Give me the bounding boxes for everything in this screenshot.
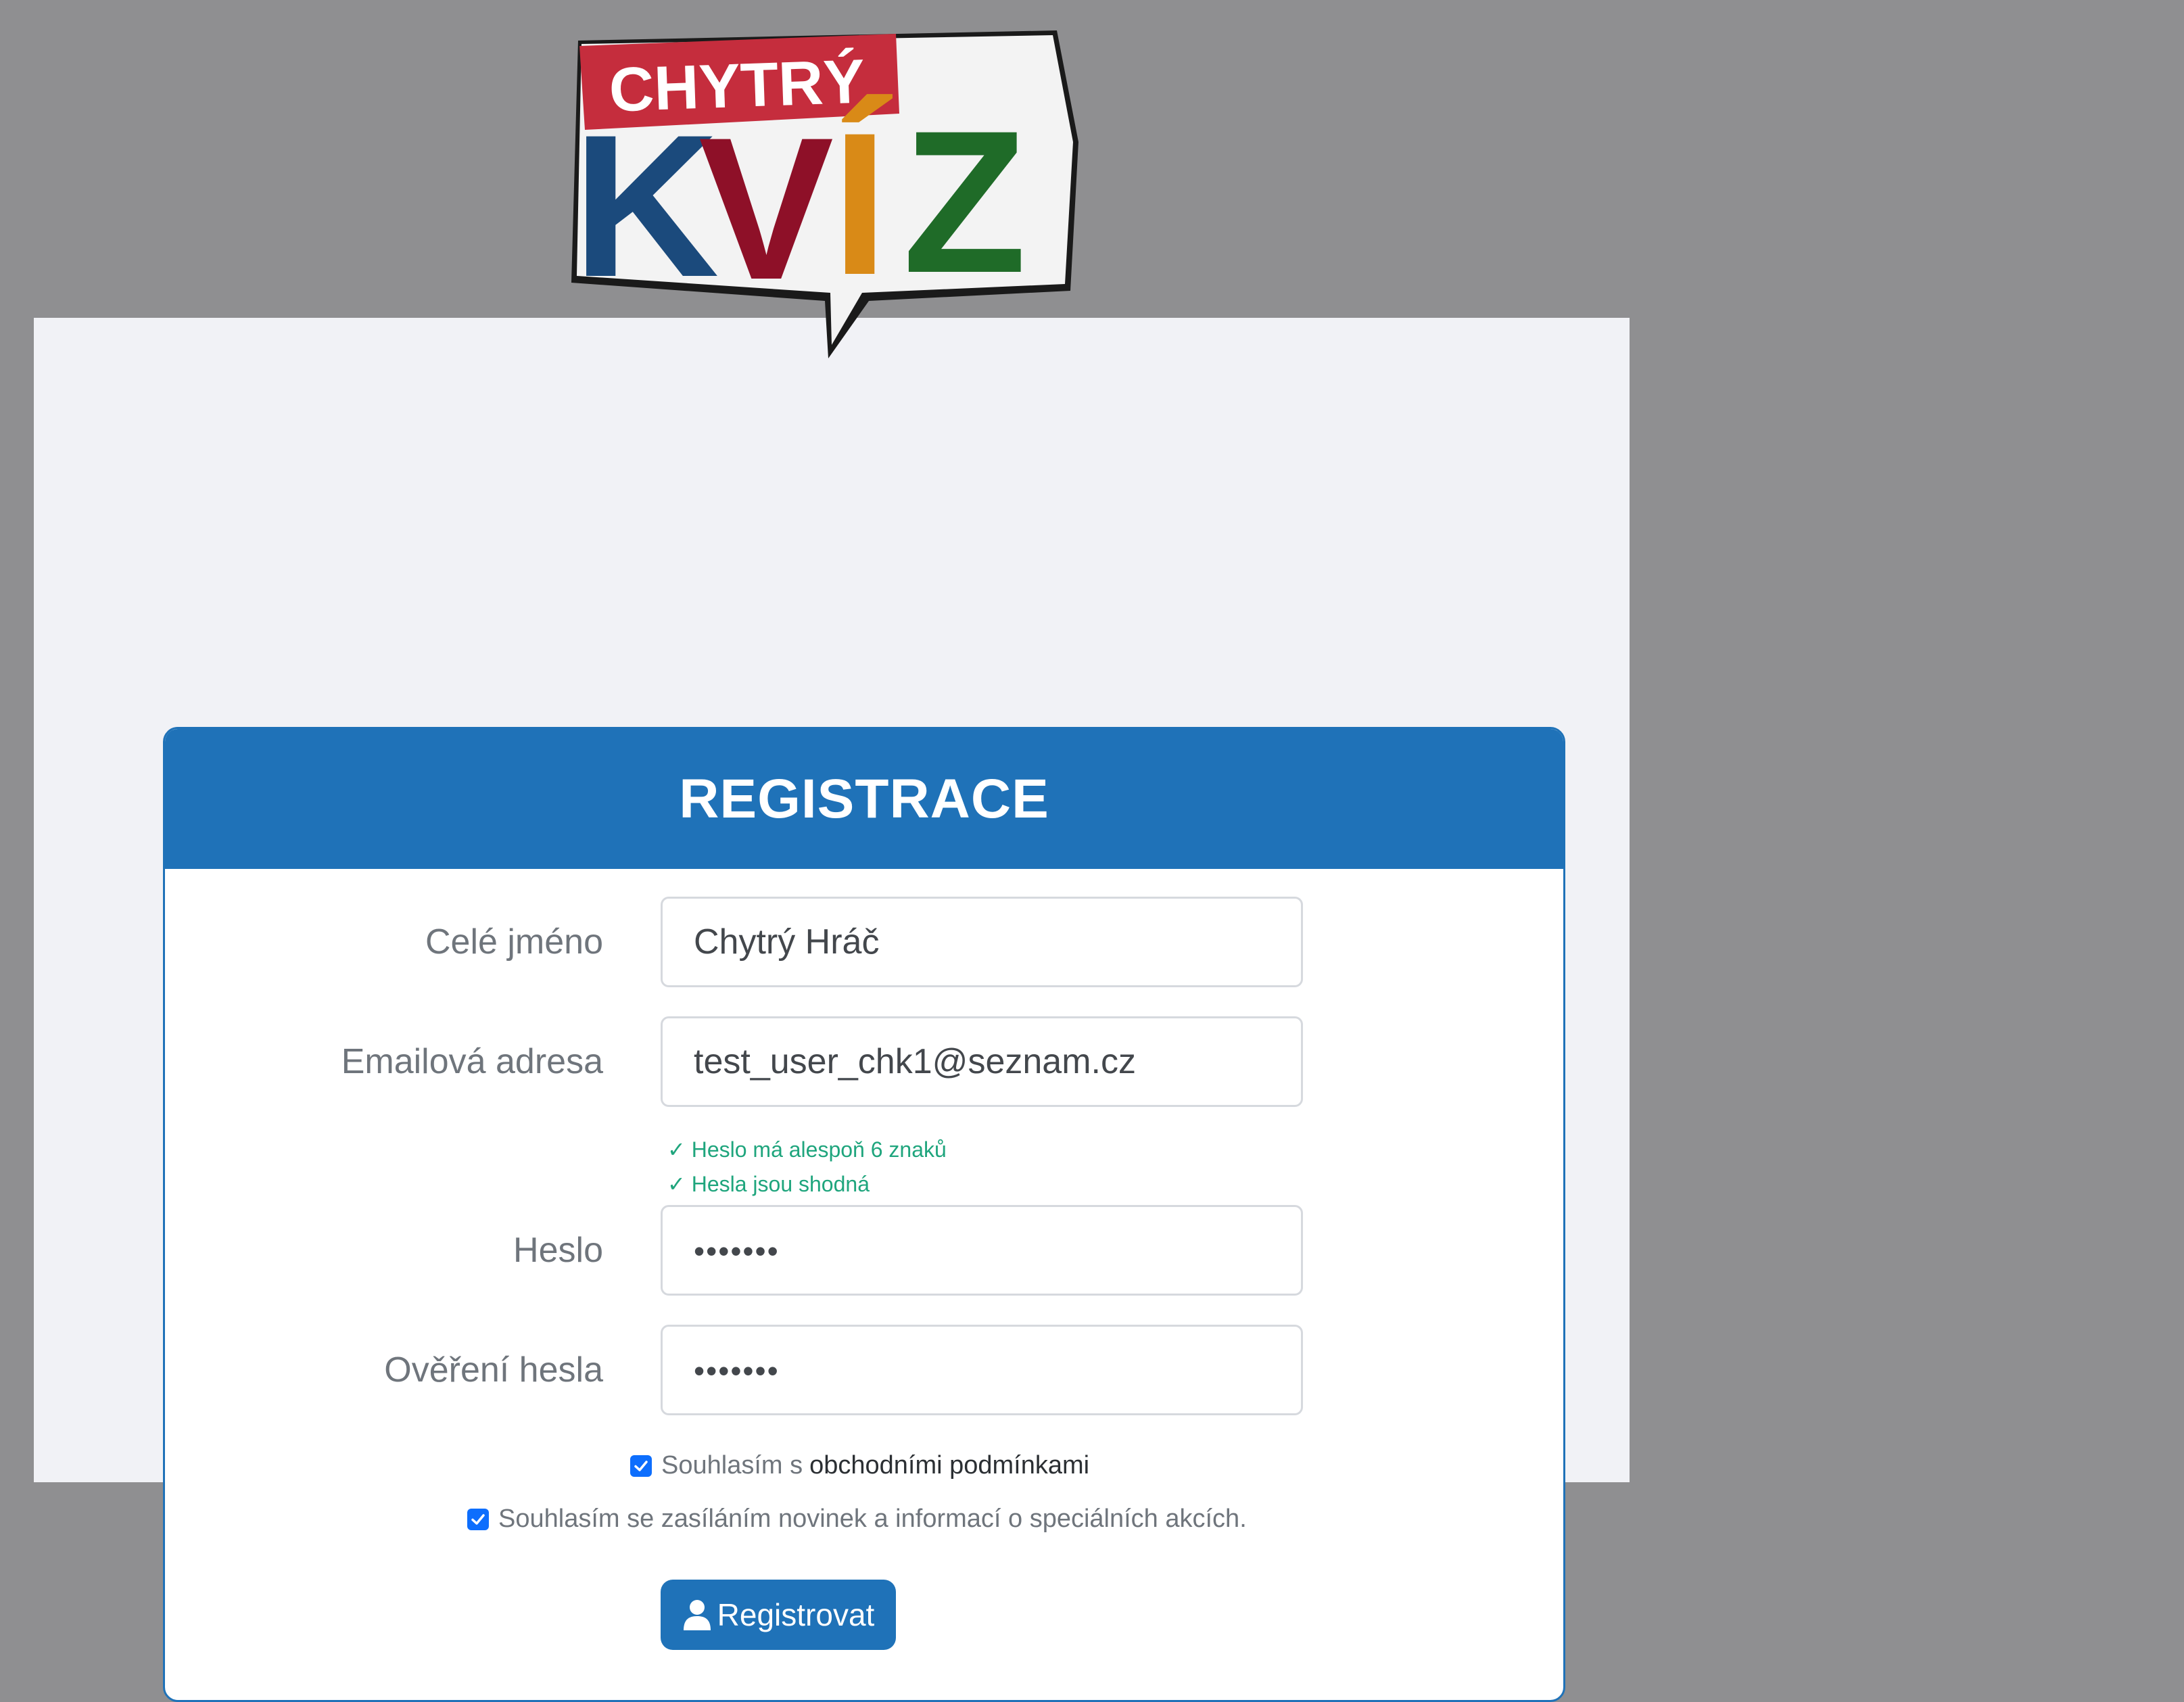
logo-letter-k: K [573,92,719,319]
password-input-value: ••••••• [694,1233,780,1269]
password-confirm-input-value: ••••••• [694,1353,780,1388]
newsletter-label: Souhlasím se zasíláním novinek a informa… [498,1505,1247,1533]
registration-card: REGISTRACE Celé jméno Chytrý Hráč Emailo… [163,727,1565,1702]
terms-checkbox-row: Souhlasím s obchodními podmínkami [630,1451,1089,1480]
terms-link[interactable]: obchodními podmínkami [809,1451,1089,1480]
email-input[interactable]: test_user_chk1@seznam.cz [661,1016,1303,1107]
password-confirm-label: Ověření hesla [384,1350,603,1390]
newsletter-checkbox[interactable] [467,1508,489,1530]
password-match-hint: ✓ Hesla jsou shodná [667,1172,870,1196]
registration-header: REGISTRACE [165,729,1563,869]
password-input[interactable]: ••••••• [661,1205,1303,1296]
chytry-kviz-logo: CHYTRÝ K V Í Z [571,30,1078,358]
checkmark-icon [471,1513,485,1525]
newsletter-checkbox-row: Souhlasím se zasíláním novinek a informa… [467,1505,1247,1534]
name-input-value: Chytrý Hráč [694,922,880,962]
logo-letter-v: V [698,95,835,322]
logo-letter-i: Í [832,90,895,317]
email-label: Emailová adresa [341,1042,603,1081]
terms-label: Souhlasím s [661,1451,803,1480]
password-length-hint: ✓ Heslo má alespoň 6 znaků [667,1137,947,1162]
user-icon [683,1600,711,1630]
password-confirm-input[interactable]: ••••••• [661,1325,1303,1415]
name-label: Celé jméno [425,922,603,962]
email-input-value: test_user_chk1@seznam.cz [694,1042,1136,1081]
register-button-label: Registrovat [717,1597,875,1632]
name-input[interactable]: Chytrý Hráč [661,897,1303,987]
form-title: REGISTRACE [679,767,1049,830]
register-button[interactable]: Registrovat [661,1580,896,1650]
logo-letter-z: Z [903,88,1026,315]
password-label: Heslo [513,1231,603,1270]
checkmark-icon [634,1460,648,1471]
terms-checkbox[interactable] [630,1455,652,1477]
page-panel: REGISTRACE Celé jméno Chytrý Hráč Emailo… [34,318,1630,1702]
